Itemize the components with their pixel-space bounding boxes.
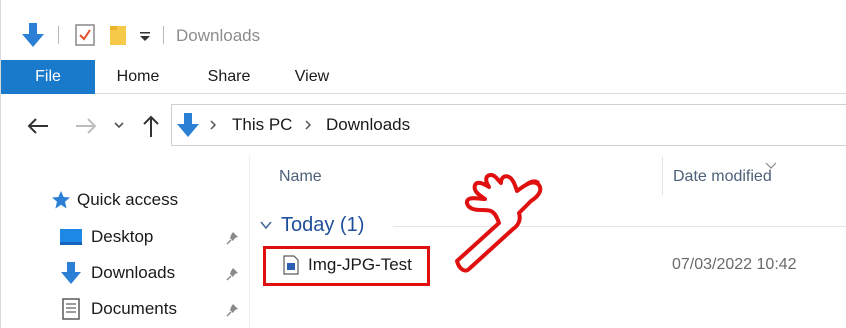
star-icon <box>51 190 71 210</box>
tab-share[interactable]: Share <box>194 60 264 94</box>
properties-check-icon[interactable] <box>75 24 95 46</box>
quick-access-label: Quick access <box>77 190 179 209</box>
image-file-icon <box>283 255 299 275</box>
up-arrow-icon[interactable] <box>139 113 163 139</box>
tab-home[interactable]: Home <box>103 60 173 94</box>
address-bar[interactable]: This PC Downloads <box>171 104 846 146</box>
chevron-down-icon[interactable] <box>259 218 273 232</box>
column-header-name[interactable]: Name <box>279 156 322 196</box>
recent-locations-icon[interactable] <box>112 118 126 132</box>
downloads-location-icon <box>176 111 200 139</box>
tab-file[interactable]: File <box>1 60 95 94</box>
nav-item-documents[interactable]: Documents <box>59 295 177 323</box>
pin-icon[interactable] <box>226 231 240 245</box>
pointing-hand-icon <box>439 165 559 275</box>
pane-divider[interactable] <box>249 156 250 328</box>
toolbar-separator <box>58 26 59 44</box>
column-header-date-modified[interactable]: Date modified <box>673 156 772 196</box>
ribbon-tabs: File Home Share View <box>1 60 846 94</box>
forward-arrow-icon[interactable] <box>73 114 99 138</box>
navigation-pane: Quick access Desktop Downloads Documents <box>1 156 249 328</box>
breadcrumb-chevron-icon[interactable] <box>303 118 313 132</box>
nav-item-label: Desktop <box>91 227 154 246</box>
pin-icon[interactable] <box>226 267 240 281</box>
documents-icon <box>59 297 83 321</box>
tab-view[interactable]: View <box>279 60 345 94</box>
column-separator[interactable] <box>662 157 663 195</box>
toolbar-separator <box>163 26 164 44</box>
group-title: Today (1) <box>281 213 365 236</box>
file-date-modified: 07/03/2022 10:42 <box>672 256 797 273</box>
nav-item-downloads[interactable]: Downloads <box>59 259 175 287</box>
back-arrow-icon[interactable] <box>25 114 51 138</box>
nav-item-label: Downloads <box>91 263 176 282</box>
window-title: Downloads <box>176 26 261 45</box>
file-explorer-window: Downloads File Home Share View This PC D… <box>0 0 846 328</box>
breadcrumb-chevron-icon[interactable] <box>208 118 218 132</box>
new-folder-icon[interactable] <box>108 24 130 46</box>
desktop-icon <box>59 227 83 247</box>
breadcrumb-downloads[interactable]: Downloads <box>326 115 410 135</box>
file-name: Img-JPG-Test <box>308 255 412 274</box>
download-arrow-icon[interactable] <box>21 22 45 48</box>
group-header-today[interactable]: Today (1) <box>259 211 364 239</box>
nav-item-label: Documents <box>91 299 177 318</box>
navigation-bar: This PC Downloads <box>1 94 846 156</box>
customize-dropdown-icon[interactable] <box>139 30 151 42</box>
nav-item-desktop[interactable]: Desktop <box>59 223 153 251</box>
downloads-icon <box>59 261 83 285</box>
title-bar: Downloads <box>1 0 846 60</box>
pin-icon[interactable] <box>226 303 240 317</box>
breadcrumb-this-pc[interactable]: This PC <box>232 115 292 135</box>
nav-item-quick-access[interactable]: Quick access <box>51 186 178 214</box>
